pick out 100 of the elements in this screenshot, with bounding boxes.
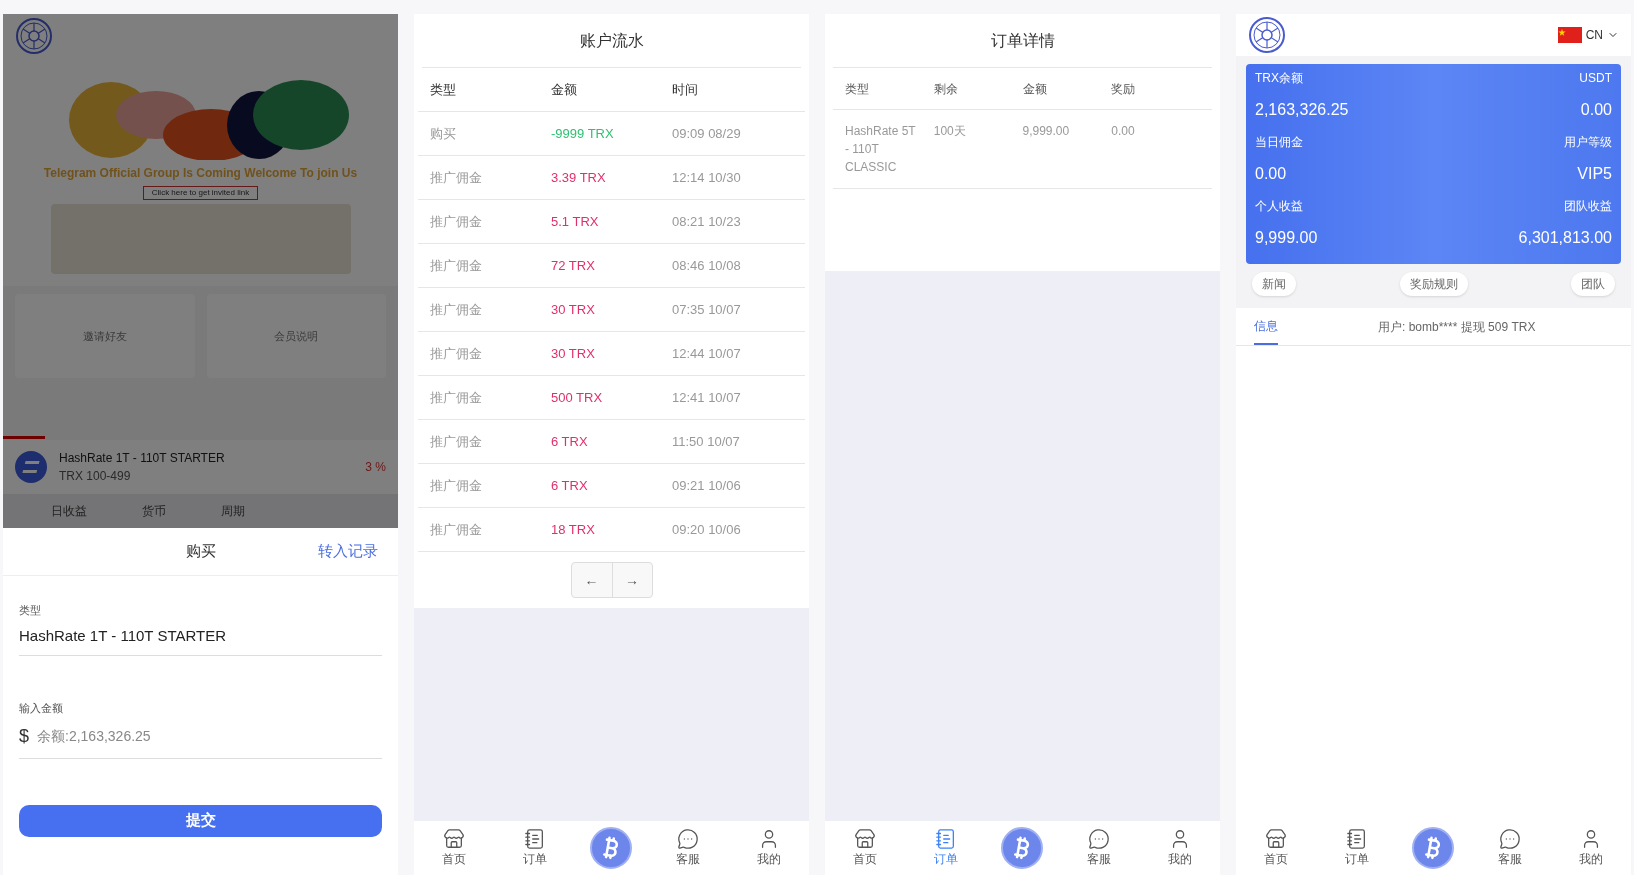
store-icon	[854, 828, 877, 850]
invite-link[interactable]: Click here to get invited link	[142, 186, 259, 200]
table-cell-text: 12:44 10/07	[672, 344, 742, 363]
table-cell-text: 3.39 TRX	[551, 168, 607, 187]
coin-icon	[15, 451, 47, 483]
table-cell-text: 推广佣金	[430, 256, 483, 275]
screen-title: 订单详情	[990, 30, 1055, 51]
table-cell-text: 09:09 08/29	[672, 124, 742, 143]
table-cell-text: 09:21 10/06	[672, 476, 742, 495]
table-cell-text: 推广佣金	[430, 344, 483, 363]
nav-tab[interactable]: 首页	[840, 828, 891, 868]
card-value: 0.00	[1255, 164, 1287, 184]
type-label: 类型	[19, 603, 42, 618]
table-cell-text: 推广佣金	[430, 476, 483, 495]
pager-button[interactable]: →	[611, 563, 652, 597]
sheet-title: 购买	[185, 541, 216, 562]
screen-title: 账户流水	[579, 30, 644, 51]
flag-icon	[1557, 27, 1582, 43]
column-header: 类型	[430, 80, 457, 99]
table-cell-text: 推广佣金	[430, 300, 483, 319]
column-header: 金额	[1022, 80, 1048, 98]
column-header: 奖励	[1111, 80, 1137, 98]
bitcoin-button[interactable]	[590, 827, 633, 869]
table-cell-text: 500 TRX	[551, 388, 604, 407]
column-header: 金额	[551, 80, 578, 99]
column-header: 类型	[845, 80, 870, 98]
table-cell-text: 推广佣金	[430, 168, 483, 187]
pager-button[interactable]: ←	[571, 563, 612, 597]
table-cell-text: 推广佣金	[430, 212, 483, 231]
table-cell-text: 100天	[933, 123, 967, 140]
nav-tab[interactable]: 我的	[1154, 828, 1205, 868]
nav-tab[interactable]: 订单	[1331, 828, 1382, 868]
pill-button[interactable]: 团队	[1571, 272, 1615, 296]
card-value: 6,301,813.00	[1518, 228, 1612, 248]
table-cell-text: 6 TRX	[551, 432, 589, 451]
nav-tab[interactable]: 客服	[1074, 828, 1125, 868]
chat-bubble-icon	[1499, 828, 1522, 850]
column-header: 剩余	[933, 80, 959, 98]
nav-tab[interactable]: 订单	[509, 828, 560, 868]
submit-button[interactable]: 提交	[19, 804, 382, 837]
nav-tab[interactable]: 首页	[429, 828, 480, 868]
table-cell-text: 5.1 TRX	[551, 212, 600, 231]
table-cell-text: 6 TRX	[551, 476, 589, 495]
table-cell-text: 购买	[430, 124, 457, 143]
amount-label: 输入金额	[19, 701, 64, 716]
table-cell-text: 11:50 10/07	[672, 432, 741, 451]
card-label: 当日佣金	[1255, 134, 1303, 151]
notebook-icon	[934, 828, 957, 850]
table-cell-text: 推广佣金	[430, 432, 483, 451]
store-icon	[1265, 828, 1288, 850]
table-cell-text: 12:41 10/07	[672, 388, 742, 407]
table-cell-text: 9,999.00	[1022, 123, 1071, 140]
pill-button[interactable]: 新闻	[1252, 272, 1296, 296]
amount-input[interactable]: 余额:2,163,326.25	[37, 725, 382, 747]
card-value: 2,163,326.25	[1255, 100, 1349, 120]
column-tab[interactable]: 日收益	[51, 502, 87, 520]
table-cell-text: 18 TRX	[551, 520, 596, 539]
nav-tab[interactable]: 客服	[1485, 828, 1536, 868]
product-rate: 3 %	[365, 459, 386, 476]
nav-tab[interactable]: 订单	[920, 828, 971, 868]
table-cell-text: 推广佣金	[430, 388, 483, 407]
table-cell-text: 0.00	[1111, 123, 1136, 140]
card-label: 团队收益	[1564, 198, 1612, 215]
card-value: 9,999.00	[1255, 228, 1318, 248]
column-tab[interactable]: 周期	[221, 502, 245, 520]
notebook-icon	[523, 828, 546, 850]
table-cell-text: 09:20 10/06	[672, 520, 742, 539]
currency-symbol: $	[19, 724, 29, 748]
table-cell-text: 30 TRX	[551, 344, 596, 363]
card-value: VIP5	[1577, 164, 1612, 184]
table-cell-text: 08:46 10/08	[672, 256, 742, 275]
nav-tab[interactable]: 我的	[743, 828, 794, 868]
card-value: 0.00	[1580, 100, 1612, 120]
notice-text: 用户: bomb**** 提现 509 TRX	[1378, 318, 1536, 336]
bitcoin-button[interactable]	[1412, 827, 1455, 869]
column-tab[interactable]: 货币	[142, 502, 166, 520]
column-header: 时间	[672, 80, 699, 99]
card-label: TRX余额	[1255, 70, 1303, 87]
nav-tab[interactable]: 我的	[1565, 828, 1616, 868]
product-name: HashRate 1T - 110T STARTER	[59, 450, 226, 467]
table-cell-text: 08:21 10/23	[672, 212, 742, 231]
pill-button[interactable]: 奖励规则	[1399, 272, 1468, 296]
table-cell-text: HashRate 5T - 110T CLASSIC	[845, 123, 917, 176]
table-cell-text: 07:35 10/07	[672, 300, 742, 319]
language-selector[interactable]: CN	[1557, 26, 1619, 44]
banner-headline: Telegram Official Group Is Coming Welcome To join Us	[43, 165, 358, 182]
chat-bubble-icon	[1088, 828, 1111, 850]
bitcoin-button[interactable]	[1001, 827, 1044, 869]
notebook-icon	[1345, 828, 1368, 850]
table-cell-text: 12:14 10/30	[672, 168, 742, 187]
nav-tab[interactable]: 首页	[1251, 828, 1302, 868]
table-cell-text: 30 TRX	[551, 300, 596, 319]
type-field[interactable]: HashRate 1T - 110T STARTER	[19, 624, 382, 656]
logo-icon	[15, 17, 53, 55]
card-label: 用户等级	[1564, 134, 1612, 151]
transfer-record-link[interactable]: 转入记录	[318, 540, 378, 563]
chat-bubble-icon	[677, 828, 700, 850]
card-label: USDT	[1579, 70, 1612, 87]
nav-tab[interactable]: 客服	[663, 828, 714, 868]
info-tab[interactable]: 信息	[1254, 308, 1278, 345]
